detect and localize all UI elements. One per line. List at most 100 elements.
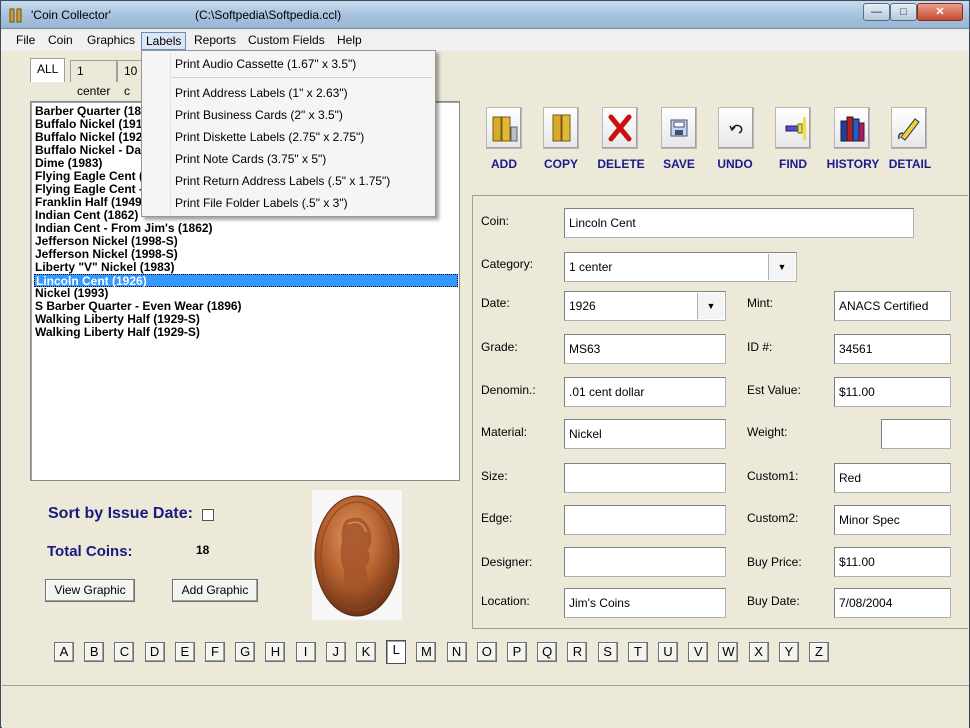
designer-field[interactable]	[564, 547, 726, 577]
menu-item-print-file-folder-labels[interactable]: Print File Folder Labels (.5" x 3")	[175, 196, 348, 210]
menu-separator	[172, 77, 433, 78]
coin-label: Coin:	[481, 214, 510, 228]
letter-filter-k[interactable]: K	[356, 642, 376, 662]
buy-date-field[interactable]: 7/08/2004	[834, 588, 951, 618]
id-field[interactable]: 34561	[834, 334, 951, 364]
date-dropdown-arrow-icon[interactable]: ▼	[697, 293, 724, 319]
category-dropdown-arrow-icon[interactable]: ▼	[768, 254, 795, 280]
letter-filter-w[interactable]: W	[718, 642, 739, 662]
letter-filter-u[interactable]: U	[658, 642, 678, 662]
minimize-button[interactable]: —	[863, 3, 890, 21]
letter-filter-o[interactable]: O	[476, 642, 497, 662]
find-label: FIND	[779, 157, 807, 171]
tab-all[interactable]: ALL	[30, 58, 66, 82]
undo-label: UNDO	[717, 157, 753, 171]
delete-x-icon	[608, 114, 632, 142]
menu-item-print-diskette-labels[interactable]: Print Diskette Labels (2.75" x 2.75")	[175, 130, 364, 144]
copy-coin-button[interactable]	[543, 107, 579, 149]
material-field[interactable]: Nickel	[564, 419, 726, 449]
find-button[interactable]	[775, 107, 811, 149]
letter-filter-q[interactable]: Q	[537, 642, 558, 662]
letter-filter-r[interactable]: R	[567, 642, 588, 662]
coin-name-field[interactable]: Lincoln Cent	[564, 208, 914, 238]
letter-filter-f[interactable]: F	[205, 642, 225, 662]
tab-1-center[interactable]: 1 center	[70, 60, 118, 98]
history-button[interactable]	[834, 107, 870, 149]
est-value-label: Est Value:	[747, 383, 801, 397]
lincoln-cent-graphic	[314, 495, 400, 617]
edge-field[interactable]	[564, 505, 726, 535]
letter-filter-c[interactable]: C	[114, 642, 135, 662]
date-combo[interactable]: 1926 ▼	[564, 291, 726, 321]
add-coin-button[interactable]	[486, 107, 522, 149]
copy-label: COPY	[543, 157, 578, 171]
history-books-icon	[840, 116, 865, 142]
letter-filter-a[interactable]: A	[54, 642, 74, 662]
date-value: 1926	[569, 299, 596, 313]
menu-reports[interactable]: Reports	[190, 32, 240, 50]
menu-help[interactable]: Help	[333, 32, 366, 50]
letter-filter-x[interactable]: X	[748, 642, 769, 662]
title-bar[interactable]: 'Coin Collector' (C:\Softpedia\Softpedia…	[1, 1, 969, 29]
letter-filter-l[interactable]: L	[386, 640, 407, 664]
denomination-field[interactable]: .01 cent dollar	[564, 377, 726, 407]
add-graphic-button[interactable]: Add Graphic	[172, 579, 258, 602]
menu-labels[interactable]: Labels	[141, 32, 187, 50]
buy-price-field[interactable]: $11.00	[834, 547, 951, 577]
size-field[interactable]	[564, 463, 726, 493]
app-icon	[9, 8, 22, 23]
letter-filter-d[interactable]: D	[144, 642, 165, 662]
letter-filter-s[interactable]: S	[597, 642, 618, 662]
mint-field[interactable]: ANACS Certified	[834, 291, 951, 321]
letter-filter-b[interactable]: B	[84, 642, 105, 662]
category-value: 1 center	[569, 260, 613, 274]
letter-filter-v[interactable]: V	[688, 642, 709, 662]
material-label: Material:	[481, 425, 528, 439]
menu-item-print-return-address-labels[interactable]: Print Return Address Labels (.5" x 1.75"…	[175, 174, 390, 188]
id-label: ID #:	[747, 340, 773, 354]
letter-filter-i[interactable]: I	[295, 642, 316, 662]
letter-filter-e[interactable]: E	[174, 642, 195, 662]
letter-filter-t[interactable]: T	[627, 642, 648, 662]
delete-coin-button[interactable]	[602, 107, 638, 149]
weight-field[interactable]	[881, 419, 951, 449]
letter-filter-n[interactable]: N	[446, 642, 467, 662]
window-file-path: (C:\Softpedia\Softpedia.ccl)	[195, 8, 342, 22]
maximize-button[interactable]: □	[890, 3, 917, 21]
copy-coins-icon	[552, 114, 571, 142]
location-field[interactable]: Jim's Coins	[564, 588, 726, 618]
letter-filter-h[interactable]: H	[265, 642, 286, 662]
menu-graphics[interactable]: Graphics	[83, 32, 139, 50]
undo-button[interactable]	[718, 107, 754, 149]
letter-filter-y[interactable]: Y	[778, 642, 799, 662]
menu-item-print-audio-cassette[interactable]: Print Audio Cassette (1.67" x 3.5")	[175, 57, 356, 71]
letter-filter-m[interactable]: M	[416, 642, 437, 662]
menu-file[interactable]: File	[12, 32, 39, 50]
custom2-field[interactable]: Minor Spec	[834, 505, 951, 535]
denomination-label: Denomin.:	[481, 383, 536, 397]
grade-field[interactable]: MS63	[564, 334, 726, 364]
letter-filter-z[interactable]: Z	[809, 642, 829, 662]
custom2-label: Custom2:	[747, 511, 799, 525]
category-combo[interactable]: 1 center ▼	[564, 252, 797, 282]
menu-item-print-address-labels[interactable]: Print Address Labels (1" x 2.63")	[175, 86, 348, 100]
view-graphic-button[interactable]: View Graphic	[45, 579, 135, 602]
total-coins-label: Total Coins:	[47, 543, 133, 560]
coin-list-item[interactable]: Liberty "V" Nickel (1983)	[34, 261, 174, 274]
mint-label: Mint:	[747, 296, 774, 310]
menu-custom-fields[interactable]: Custom Fields	[244, 32, 329, 50]
close-button[interactable]: ✕	[917, 3, 963, 21]
menu-item-print-business-cards[interactable]: Print Business Cards (2" x 3.5")	[175, 108, 343, 122]
coin-list-item[interactable]: Walking Liberty Half (1929-S)	[34, 326, 200, 339]
menu-coin[interactable]: Coin	[44, 32, 77, 50]
app-window: 'Coin Collector' (C:\Softpedia\Softpedia…	[0, 0, 970, 728]
sort-by-issue-date-checkbox[interactable]	[202, 509, 214, 521]
custom1-field[interactable]: Red	[834, 463, 951, 493]
letter-filter-g[interactable]: G	[235, 642, 256, 662]
save-coin-button[interactable]	[661, 107, 697, 149]
est-value-field[interactable]: $11.00	[834, 377, 951, 407]
letter-filter-j[interactable]: J	[325, 642, 346, 662]
letter-filter-p[interactable]: P	[507, 642, 527, 662]
menu-item-print-note-cards[interactable]: Print Note Cards (3.75" x 5")	[175, 152, 326, 166]
detail-button[interactable]	[891, 107, 927, 149]
